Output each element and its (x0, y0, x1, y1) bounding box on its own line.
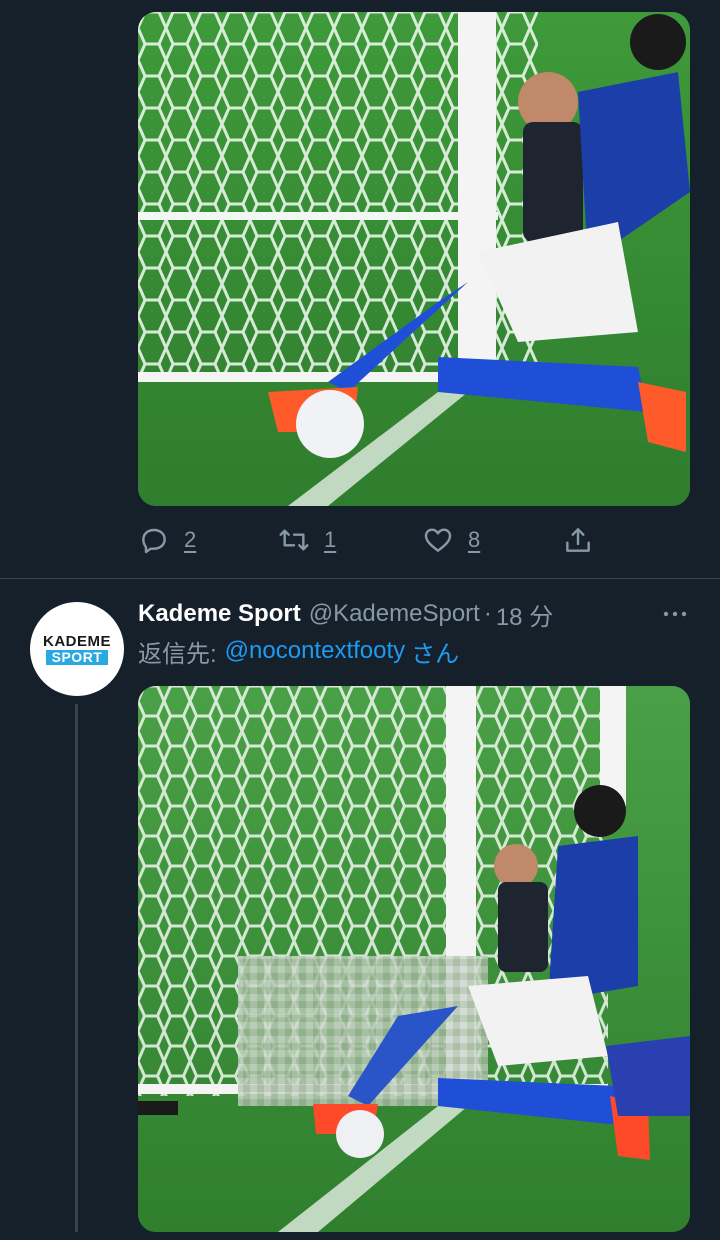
display-name[interactable]: Kademe Sport (138, 600, 301, 628)
avatar-logo-top: KADEME (42, 632, 111, 650)
soccer-goal-photo (138, 12, 690, 506)
tweet-photo[interactable] (138, 686, 690, 1232)
tweet-header: Kademe Sport @KademeSport · 18 分 (138, 596, 553, 632)
thread-line (75, 704, 78, 1232)
avatar[interactable]: KADEME SPORT (30, 602, 124, 696)
tweet-divider (0, 578, 720, 579)
share-icon (566, 528, 590, 552)
tweet-timestamp[interactable]: 18 分 (496, 597, 553, 632)
soccer-goal-photo (138, 686, 690, 1232)
tweet-action-bar: 2 1 8 (138, 518, 698, 562)
avatar-logo-bottom: SPORT (45, 649, 109, 665)
reply-prefix: 返信先: (138, 640, 217, 668)
reply-suffix[interactable]: さん (411, 634, 459, 669)
reply-mention-link[interactable]: @nocontextfooty (225, 637, 405, 665)
reply-icon (142, 528, 166, 554)
retweet-icon (279, 529, 309, 551)
share-button[interactable] (562, 518, 594, 562)
reply-button[interactable]: 2 (138, 518, 196, 562)
timeline: 2 1 8 KADEME SPORT Kademe Sport @KademeS… (0, 0, 720, 1240)
user-handle[interactable]: @KademeSport (309, 600, 480, 628)
separator-dot: · (483, 600, 492, 627)
like-icon (424, 528, 452, 552)
retweet-button[interactable]: 1 (278, 518, 336, 562)
like-button[interactable]: 8 (422, 518, 480, 562)
more-options-button[interactable] (660, 600, 690, 628)
replying-to: 返信先: @nocontextfooty さん (138, 634, 459, 668)
reply-count: 2 (184, 527, 197, 552)
retweet-count: 1 (324, 527, 337, 552)
like-count: 8 (468, 527, 481, 552)
more-dots-icon (663, 611, 687, 617)
tweet-photo[interactable] (138, 12, 690, 506)
